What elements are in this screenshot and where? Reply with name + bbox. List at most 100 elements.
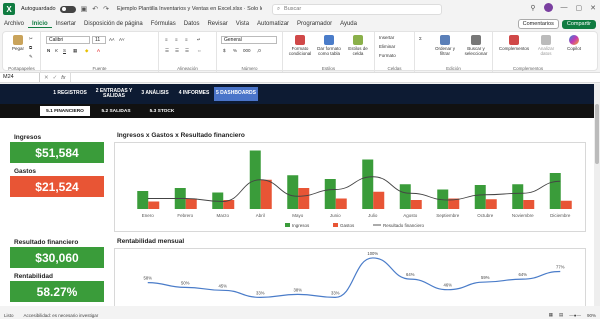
nav-tab-4[interactable]: 5 DASHBOARDS (214, 87, 258, 101)
close-icon[interactable]: ✕ (590, 4, 596, 12)
menu-item-8[interactable]: Automatizar (253, 21, 293, 27)
align-middle-icon[interactable]: ≡ (175, 37, 178, 42)
menu-item-7[interactable]: Vista (232, 21, 253, 27)
enter-icon[interactable]: ✓ (53, 75, 58, 81)
number-format-select[interactable]: General (221, 36, 277, 44)
font-name-select[interactable]: Calibri (46, 36, 90, 44)
autosave-toggle[interactable] (59, 5, 76, 13)
menu-item-9[interactable]: Programador (293, 21, 336, 27)
chart2-container[interactable]: 58% 50% 45% 33% 38% 33% 100% 64% 46% 59% 64% 77% (114, 248, 586, 306)
format-painter-icon[interactable]: ✎ (29, 54, 33, 60)
copy-icon[interactable]: ⧉ (29, 45, 32, 50)
wrap-text-icon[interactable]: ↵ (197, 37, 201, 43)
bar-gastos-4[interactable] (298, 188, 310, 209)
bar-ingresos-5[interactable] (324, 179, 336, 209)
align-right-icon[interactable]: ☰ (185, 48, 189, 54)
cell-styles-button[interactable]: Estilos de celda (344, 35, 372, 56)
save-icon[interactable]: ▣ (81, 5, 88, 13)
bar-ingresos-6[interactable] (362, 159, 374, 210)
decimal-icon[interactable]: ,0 (257, 48, 261, 53)
line-resultado-financiero[interactable] (147, 176, 561, 202)
line-rentabilidad[interactable] (147, 257, 561, 298)
formula-input[interactable] (69, 73, 600, 82)
nav-tab-3[interactable]: 4 INFORMES (176, 87, 212, 101)
cancel-icon[interactable]: ✕ (44, 75, 49, 81)
undo-icon[interactable]: ↶ (92, 5, 98, 13)
subnav-tab-0[interactable]: 5.1 FINANCIERO (40, 106, 90, 116)
menu-item-5[interactable]: Datos (180, 21, 204, 27)
accessibility-status[interactable]: Accesibilidad: es necesario investigar (24, 313, 99, 318)
conditional-format-button[interactable]: Formato condicional (286, 35, 314, 56)
nav-tab-0[interactable]: 1 REGISTROS (50, 87, 90, 101)
bar-gastos-9[interactable] (485, 199, 497, 209)
subnav-tab-2[interactable]: 5.3 STOCK (142, 106, 182, 116)
zoom-slider[interactable]: —●— (569, 313, 581, 318)
cut-icon[interactable]: ✂ (29, 36, 33, 42)
percent-icon[interactable]: % (233, 48, 237, 53)
bold-icon[interactable]: N (47, 48, 50, 53)
menu-item-10[interactable]: Ayuda (336, 21, 361, 27)
comments-button[interactable]: Comentarios (517, 19, 559, 29)
align-bottom-icon[interactable]: ≡ (185, 37, 188, 42)
merge-icon[interactable]: ⇔ (197, 48, 202, 53)
menu-item-0[interactable]: Archivo (0, 21, 28, 27)
underline-icon[interactable]: S (63, 48, 66, 53)
copilot-button[interactable]: Copilot (561, 35, 587, 51)
minimize-icon[interactable]: — (561, 4, 568, 11)
share-button[interactable]: Compartir (561, 19, 596, 29)
grow-font-icon[interactable]: A˄ (109, 37, 115, 42)
bar-ingresos-7[interactable] (399, 184, 411, 209)
search-box[interactable]: ⌕ Buscar (271, 3, 442, 15)
name-box[interactable]: M24 (0, 73, 40, 82)
subnav-tab-1[interactable]: 5.2 SALIDAS (94, 106, 138, 116)
data-analysis-button[interactable]: Analizar datos (533, 35, 559, 56)
delete-cells-button[interactable]: Eliminar (379, 44, 395, 49)
addins-button[interactable]: Complementos (497, 35, 531, 51)
page-layout-icon[interactable]: ▤ (559, 312, 563, 318)
insert-cells-button[interactable]: Insertar (379, 35, 394, 40)
normal-view-icon[interactable]: ▦ (549, 312, 553, 318)
bar-gastos-0[interactable] (148, 201, 160, 210)
currency-icon[interactable]: $ (223, 48, 226, 53)
borders-icon[interactable]: ▦ (73, 48, 77, 54)
italic-icon[interactable]: K (55, 48, 58, 53)
redo-icon[interactable]: ↷ (103, 5, 109, 13)
align-top-icon[interactable]: ≡ (165, 37, 168, 42)
menu-item-6[interactable]: Revisar (203, 21, 231, 27)
font-size-select[interactable]: 11 (92, 36, 106, 44)
nav-tab-1[interactable]: 2 ENTRADAS Y SALIDAS (94, 87, 134, 101)
avatar[interactable] (543, 3, 553, 12)
bar-gastos-7[interactable] (410, 200, 422, 209)
nav-tab-2[interactable]: 3 ANÁLISIS (137, 87, 173, 101)
vertical-scrollbar[interactable] (594, 84, 600, 306)
shrink-font-icon[interactable]: A˅ (119, 37, 125, 42)
menu-item-3[interactable]: Disposición de página (80, 21, 147, 27)
find-select-button[interactable]: Buscar y seleccionar (461, 35, 491, 56)
zoom-level[interactable]: 90% (587, 313, 596, 318)
maximize-icon[interactable]: ▢ (576, 4, 583, 12)
menu-item-4[interactable]: Fórmulas (147, 21, 180, 27)
bar-gastos-1[interactable] (185, 198, 197, 210)
chart1-container[interactable]: Enero Febrero Marzo Abril Mayo Junio Julio Agos… (114, 142, 586, 232)
bar-ingresos-9[interactable] (474, 185, 486, 209)
align-center-icon[interactable]: ☰ (175, 48, 179, 54)
format-cells-button[interactable]: Formato (379, 53, 396, 58)
bar-gastos-10[interactable] (523, 200, 535, 209)
bar-ingresos-4[interactable] (287, 175, 299, 209)
lightbulb-icon[interactable]: ⚲ (530, 4, 535, 12)
fill-color-icon[interactable]: ◆ (85, 48, 88, 54)
bar-ingresos-10[interactable] (512, 184, 524, 209)
menu-item-2[interactable]: Insertar (52, 21, 80, 27)
bar-gastos-6[interactable] (373, 191, 385, 209)
comma-icon[interactable]: 000 (243, 48, 251, 53)
align-left-icon[interactable]: ☰ (165, 48, 169, 54)
bar-gastos-3[interactable] (260, 179, 272, 209)
autosum-icon[interactable]: Σ (419, 36, 422, 41)
sort-filter-button[interactable]: Ordenar y filtrar (431, 35, 459, 56)
bar-gastos-11[interactable] (560, 200, 572, 209)
paste-button[interactable]: Pegar (8, 35, 28, 51)
fx-icon[interactable]: fx (61, 75, 65, 81)
bar-ingresos-11[interactable] (549, 173, 561, 209)
format-table-button[interactable]: Dar formato como tabla (315, 35, 343, 56)
font-color-icon[interactable]: A (97, 48, 100, 53)
